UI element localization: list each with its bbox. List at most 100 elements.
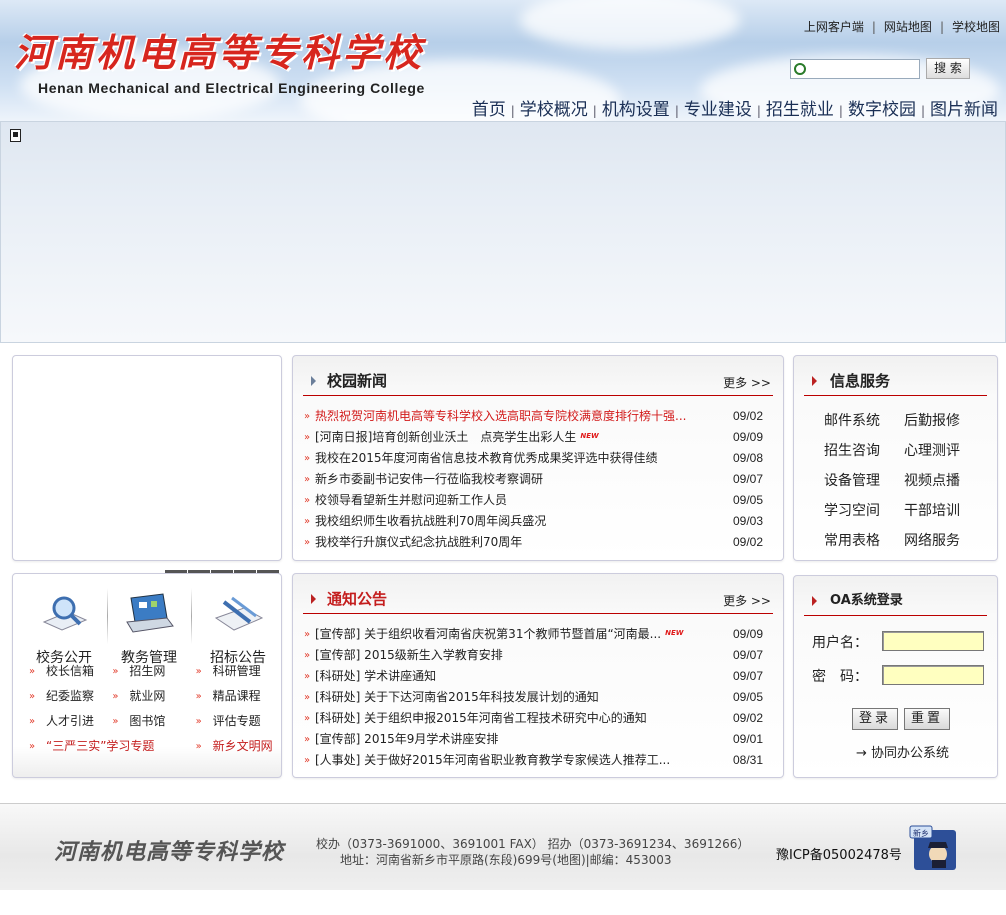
nav-photo-news[interactable]: 图片新闻 [930,100,998,120]
nav-departments[interactable]: 机构设置 [602,100,670,120]
quick-link[interactable]: » 科研管理 [196,659,279,684]
notice-title[interactable]: [科研处] 关于组织申报2015年河南省工程技术研究中心的通知 [315,708,647,729]
news-title[interactable]: 新乡市委副书记安伟一行莅临我校考察调研 [315,469,543,490]
service-link[interactable]: 网络服务 [904,526,984,556]
quick-link[interactable]: » 校长信箱 [29,659,112,684]
login-button[interactable]: 登录 [852,708,898,730]
quick-link[interactable]: » 人才引进 [29,709,112,734]
reset-button[interactable]: 重置 [904,708,950,730]
bullet-icon: » [29,741,36,752]
quick-link-row: » 人才引进 » 图书馆 » 评估专题 [29,709,279,734]
notice-title[interactable]: [宣传部] 2015级新生入学教育安排 [315,645,503,666]
nav-digital-campus[interactable]: 数字校园 [848,100,916,120]
news-row[interactable]: » 我校举行升旗仪式纪念抗战胜利70周年 09/02 [303,532,763,553]
quick-link[interactable]: » 评估专题 [196,709,279,734]
service-link[interactable]: 学习空间 [824,496,904,526]
top-link-campus-map[interactable]: 学校地图 [952,20,1000,34]
top-link-sitemap[interactable]: 网站地图 [884,20,932,34]
icp-record[interactable]: 豫ICP备05002478号 [776,844,902,863]
news-row[interactable]: » 我校在2015年度河南省信息技术教育优秀成果奖评选中获得佳绩 09/08 [303,448,763,469]
quick-link-row: » 纪委监察 » 就业网 » 精品课程 [29,684,279,709]
site-logo[interactable]: 河南机电高等专科学校 [14,22,424,77]
news-title[interactable]: [河南日报]培育创新创业沃土 点亮学生出彩人生 [315,427,576,448]
news-title[interactable]: 我校组织师生收看抗战胜利70周年阅兵盛况 [315,511,546,532]
news-row[interactable]: » 我校组织师生收看抗战胜利70周年阅兵盛况 09/03 [303,511,763,532]
notice-row[interactable]: » [科研处] 学术讲座通知 09/07 [303,666,763,687]
new-badge: NEW [665,629,684,637]
bullet-icon: » [29,716,36,727]
service-link[interactable]: 后勤报修 [904,406,984,436]
notice-row[interactable]: » [宣传部] 2015级新生入学教育安排 09/07 [303,645,763,666]
quick-link[interactable]: » 新乡文明网 [196,734,279,759]
quick-link-tenders[interactable]: 招标公告 [203,592,273,667]
quick-link[interactable]: » 图书馆 [112,709,195,734]
service-link[interactable]: 常用表格 [824,526,904,556]
username-field[interactable] [882,631,984,651]
service-link[interactable]: 招生咨询 [824,436,904,466]
news-title[interactable]: 我校在2015年度河南省信息技术教育优秀成果奖评选中获得佳绩 [315,448,658,469]
nav-admissions[interactable]: 招生就业 [766,100,834,120]
news-row[interactable]: » 热烈祝贺河南机电高等专科学校入选高职高专院校满意度排行榜十强... 09/02 [303,406,763,427]
quick-link[interactable]: » 就业网 [112,684,195,709]
plugin-placeholder-icon[interactable] [10,129,21,142]
police-badge-icon[interactable]: 新乡 [908,824,960,874]
bullet-icon: » [112,691,119,702]
notice-row[interactable]: » [宣传部] 2015年9月学术讲座安排 09/01 [303,729,763,750]
password-label: 密 码： [812,669,868,685]
new-badge: NEW [580,432,599,440]
bullet-icon: » [304,474,311,485]
footer-contact: 校办（0373-3691000、3691001 FAX） 招办（0373-369… [316,836,749,868]
notice-row[interactable]: » [人事处] 关于做好2015年河南省职业教育教学专家候选人推荐工... 08/3… [303,750,763,771]
notice-date: 09/01 [732,732,763,746]
site-header: 河南机电高等专科学校 Henan Mechanical and Electric… [0,0,1006,121]
bullet-icon: » [195,691,202,702]
quick-link-row: » 校长信箱 » 招生网 » 科研管理 [29,659,279,684]
notice-title[interactable]: [宣传部] 关于组织收看河南省庆祝第31个教师节暨首届“河南最... [315,624,661,645]
news-row[interactable]: » [河南日报]培育创新创业沃土 点亮学生出彩人生 NEW 09/09 [303,427,763,448]
quick-link-affairs[interactable]: 校务公开 [29,592,99,667]
service-link[interactable]: 心理测评 [904,436,984,466]
news-row[interactable]: » 校领导看望新生并慰问迎新工作人员 09/05 [303,490,763,511]
top-link-client[interactable]: 上网客户端 [804,20,864,34]
news-title[interactable]: 我校举行升旗仪式纪念抗战胜利70周年 [315,532,522,553]
quick-link[interactable]: » 纪委监察 [29,684,112,709]
quick-link-row: » “三严三实”学习专题 » 新乡文明网 [29,734,279,759]
password-field[interactable] [882,665,984,685]
quick-link-label: 招生网 [129,664,166,678]
notice-row[interactable]: » [宣传部] 关于组织收看河南省庆祝第31个教师节暨首届“河南最... NEW 09… [303,624,763,645]
quick-links-panel: 校务公开 教务管理 招标公告 » 校长信箱 » 招生网 » 科研管理 » 纪委监察 » 就业网 » 精… [12,573,282,778]
service-link[interactable]: 设备管理 [824,466,904,496]
quick-link[interactable]: » 招生网 [112,659,195,684]
quick-link[interactable]: » “三严三实”学习专题 [29,734,196,759]
news-date: 09/03 [732,514,763,528]
notice-title[interactable]: [宣传部] 2015年9月学术讲座安排 [315,729,498,750]
notice-title[interactable]: [科研处] 学术讲座通知 [315,666,436,687]
notice-title[interactable]: [科研处] 关于下达河南省2015年科技发展计划的通知 [315,687,599,708]
service-link[interactable]: 视频点播 [904,466,984,496]
notice-row[interactable]: » [科研处] 关于组织申报2015年河南省工程技术研究中心的通知 09/02 [303,708,763,729]
bullet-icon: » [304,755,311,766]
quick-link[interactable]: » 精品课程 [196,684,279,709]
more-link[interactable]: 更多 >> [723,592,771,609]
news-title[interactable]: 热烈祝贺河南机电高等专科学校入选高职高专院校满意度排行榜十强... [315,406,686,427]
contact-phones: 校办（0373-3691000、3691001 FAX） 招办（0373-369… [316,837,750,851]
nav-majors[interactable]: 专业建设 [684,100,752,120]
nav-home[interactable]: 首页 [472,100,506,120]
news-title[interactable]: 校领导看望新生并慰问迎新工作人员 [315,490,507,511]
notice-row[interactable]: » [科研处] 关于下达河南省2015年科技发展计划的通知 09/05 [303,687,763,708]
service-link[interactable]: 邮件系统 [824,406,904,436]
separator: | [871,20,876,34]
panel-header: 通知公告 更多 >> [303,584,773,614]
collaborative-office-link[interactable]: → 协同办公系统 [856,742,949,761]
magnifier-document-icon [42,596,88,631]
quick-link-label: “三严三实”学习专题 [46,739,155,753]
service-link[interactable]: 干部培训 [904,496,984,526]
search-button[interactable]: 搜 索 [926,58,970,79]
search-input[interactable] [790,59,920,79]
notice-title[interactable]: [人事处] 关于做好2015年河南省职业教育教学专家候选人推荐工... [315,750,670,771]
quick-link-academic[interactable]: 教务管理 [114,592,184,667]
news-date: 09/05 [732,493,763,507]
more-link[interactable]: 更多 >> [723,374,771,391]
nav-about[interactable]: 学校概况 [520,100,588,120]
news-row[interactable]: » 新乡市委副书记安伟一行莅临我校考察调研 09/07 [303,469,763,490]
